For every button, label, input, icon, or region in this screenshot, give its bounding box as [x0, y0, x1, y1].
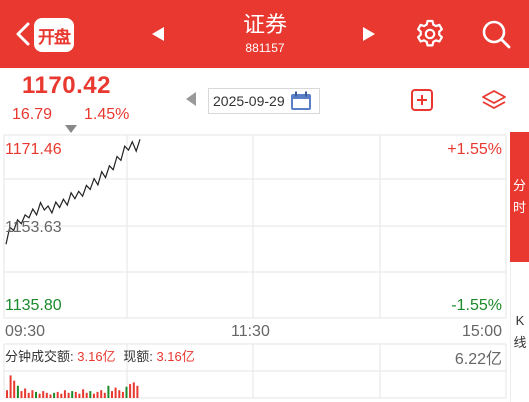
volume-bar	[24, 388, 27, 398]
volume-bar	[132, 382, 135, 398]
next-stock-button[interactable]	[357, 22, 381, 46]
current-volume-value: 3.16亿	[156, 349, 195, 364]
volume-bar	[67, 392, 70, 398]
volume-bar	[9, 375, 12, 398]
y-axis-mid-label: 1153.63	[5, 219, 62, 236]
plus-square-icon	[411, 89, 433, 111]
volume-bar	[56, 391, 59, 398]
triangle-right-icon	[363, 27, 375, 41]
triangle-left-icon	[152, 27, 164, 41]
settings-button[interactable]	[412, 16, 448, 52]
volume-bar	[20, 391, 23, 398]
volume-bar	[121, 391, 124, 398]
x-axis-mid-label: 11:30	[231, 323, 270, 340]
price-change: 16.79	[12, 106, 53, 123]
volume-bar	[38, 393, 41, 398]
previous-date-button[interactable]	[186, 92, 196, 106]
current-volume-label: 现额:	[123, 349, 153, 364]
volume-bar	[16, 385, 19, 398]
tab-kline[interactable]: K 线	[510, 262, 529, 402]
volume-bar	[82, 389, 85, 398]
volume-bar	[53, 392, 56, 398]
volume-bar	[85, 392, 88, 398]
volume-bar	[129, 384, 132, 398]
volume-bar	[63, 390, 66, 398]
volume-bar	[125, 386, 128, 398]
volume-bar	[103, 392, 106, 398]
y-axis-high-label: 1171.46	[5, 141, 62, 158]
add-watchlist-button[interactable]	[410, 88, 434, 112]
volume-bar	[89, 391, 92, 398]
x-axis-end-label: 15:00	[461, 323, 502, 340]
volume-max-label: 6.22亿	[454, 351, 502, 368]
tab-kline-char-1: K	[515, 313, 525, 328]
intraday-chart[interactable]: 1171.46 +1.55% 1153.63 1135.80 -1.55% 09…	[0, 132, 510, 402]
volume-bar	[78, 393, 81, 398]
search-icon	[482, 20, 511, 49]
date-value: 2025-09-29	[213, 93, 285, 109]
price-change-percent: 1.45%	[84, 106, 130, 123]
chevron-left-icon	[16, 22, 30, 46]
last-price: 1170.42	[22, 72, 111, 99]
volume-bar	[111, 391, 113, 398]
volume-bar	[31, 390, 34, 398]
top-bar: 开盘 证券 881157	[0, 0, 529, 68]
volume-bar	[100, 390, 103, 398]
tab-kline-char-2: 线	[513, 335, 527, 350]
tab-intraday-char-2: 时	[512, 200, 526, 215]
open-market-badge[interactable]: 开盘	[34, 18, 74, 52]
volume-bar	[96, 391, 99, 398]
gear-icon	[417, 19, 443, 47]
tab-intraday[interactable]: 分 时	[510, 132, 529, 262]
y-axis-low-pct-label: -1.55%	[451, 297, 502, 314]
volume-bar	[45, 392, 48, 398]
previous-stock-button[interactable]	[146, 22, 170, 46]
stock-code: 881157	[245, 41, 285, 55]
volume-bar	[13, 380, 16, 398]
volume-legend: 分钟成交额: 3.16亿 现额: 3.16亿	[5, 346, 195, 365]
volume-bar	[92, 393, 95, 398]
volume-bar	[60, 393, 63, 398]
overlay-button[interactable]	[481, 88, 507, 112]
volume-bar	[118, 390, 121, 398]
volume-bar	[27, 392, 30, 398]
volume-label: 分钟成交额:	[5, 349, 74, 364]
volume-bar	[136, 385, 139, 398]
layers-icon	[482, 90, 506, 109]
calendar-icon	[290, 91, 311, 110]
search-button[interactable]	[476, 16, 516, 52]
volume-value: 3.16亿	[77, 349, 116, 364]
volume-bar	[49, 394, 52, 398]
volume-bar	[42, 391, 45, 398]
page-title: 证券	[242, 12, 287, 37]
tab-intraday-char-1: 分	[512, 178, 526, 193]
volume-bar	[107, 385, 110, 398]
y-axis-low-label: 1135.80	[5, 297, 62, 314]
date-picker[interactable]: 2025-09-29	[208, 88, 320, 114]
volume-bar	[6, 390, 8, 398]
volume-bar	[71, 391, 74, 398]
volume-bar	[74, 391, 77, 398]
volume-bar	[114, 387, 117, 398]
x-axis-start-label: 09:30	[5, 323, 46, 340]
y-axis-high-pct-label: +1.55%	[447, 141, 502, 158]
volume-bar	[35, 391, 37, 398]
